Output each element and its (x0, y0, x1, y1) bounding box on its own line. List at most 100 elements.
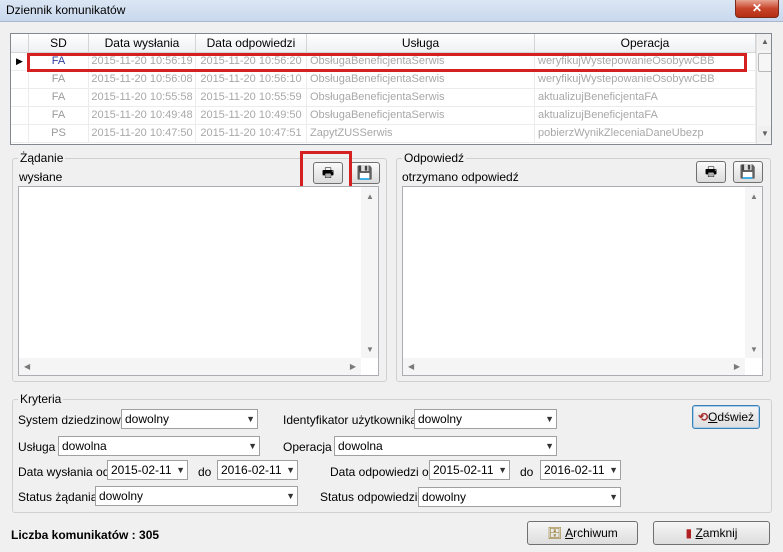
selected-row-highlight (27, 53, 747, 72)
cell-reply: 2015-11-20 10:55:59 (196, 89, 307, 107)
response-hscroll[interactable]: ◀ ▶ (403, 358, 745, 375)
close-window-button[interactable]: ✕ (735, 0, 779, 18)
scroll-right-icon[interactable]: ▶ (350, 362, 356, 371)
response-text-area[interactable]: ▲ ▼ ◀ ▶ (402, 186, 763, 376)
response-status: otrzymano odpowiedź (402, 170, 519, 184)
request-hscroll[interactable]: ◀ ▶ (19, 358, 361, 375)
chevron-down-icon: ▼ (609, 492, 618, 502)
cell-sd: FA (29, 107, 89, 125)
col-header-sd[interactable]: SD (29, 34, 89, 52)
grid-header: SD Data wysłania Data odpowiedzi Usługa … (11, 34, 756, 53)
cell-service: ZapytZUSSerwis (307, 125, 535, 143)
response-vscroll[interactable]: ▲ ▼ (745, 187, 762, 358)
cell-reply: 2015-11-20 10:56:10 (196, 71, 307, 89)
save-icon: 💾 (356, 165, 374, 180)
col-header-service[interactable]: Usługa (307, 34, 535, 52)
scroll-down-icon[interactable]: ▼ (366, 345, 374, 354)
operation-label: Operacja (283, 440, 332, 454)
cell-sent: 2015-11-20 10:47:50 (89, 125, 196, 143)
message-count: Liczba komunikatów : 305 (11, 528, 160, 542)
printer-icon: 🖶 (704, 164, 718, 179)
operation-select[interactable]: dowolna ▼ (334, 436, 557, 456)
response-status-label: Status odpowiedzi (320, 490, 418, 504)
grid-scrollbar[interactable]: ▲ ▼ (756, 34, 771, 144)
cell-sent: 2015-11-20 10:49:48 (89, 107, 196, 125)
request-text-area[interactable]: ▲ ▼ ◀ ▶ (18, 186, 379, 376)
user-select[interactable]: dowolny ▼ (414, 409, 557, 429)
scroll-up-icon[interactable]: ▲ (750, 192, 758, 201)
chevron-down-icon: ▼ (176, 465, 185, 475)
reply-to-label: do (520, 465, 534, 479)
refresh-icon: ⟲ (697, 410, 709, 424)
archive-button[interactable]: 🗄 Archiwum (527, 521, 638, 545)
chevron-down-icon: ▼ (248, 441, 257, 451)
system-select[interactable]: dowolny ▼ (121, 409, 258, 429)
request-status-select[interactable]: dowolny ▼ (95, 486, 298, 506)
scroll-up-icon[interactable]: ▲ (366, 192, 374, 201)
request-vscroll[interactable]: ▲ ▼ (361, 187, 378, 358)
response-group-label: Odpowiedź (402, 151, 467, 165)
sent-to-date[interactable]: 2016-02-11 ▼ (217, 460, 298, 480)
scroll-left-icon[interactable]: ◀ (408, 362, 414, 371)
table-row[interactable]: FA 2015-11-20 10:56:08 2015-11-20 10:56:… (11, 71, 756, 89)
table-row[interactable]: PS 2015-11-20 10:47:50 2015-11-20 10:47:… (11, 125, 756, 143)
save-request-button[interactable]: 💾 (350, 162, 380, 184)
cell-service: ObsługaBeneficjentaSerwis (307, 107, 535, 125)
scroll-right-icon[interactable]: ▶ (734, 362, 740, 371)
table-row[interactable]: FA 2015-11-20 10:55:58 2015-11-20 10:55:… (11, 89, 756, 107)
cell-reply: 2015-11-20 10:49:50 (196, 107, 307, 125)
scroll-down-icon[interactable]: ▼ (750, 345, 758, 354)
cell-sent: 2015-11-20 10:56:08 (89, 71, 196, 89)
service-select[interactable]: dowolna ▼ (58, 436, 260, 456)
scroll-down-icon[interactable]: ▼ (758, 126, 771, 142)
cell-operation: aktualizujBeneficjentaFA (535, 107, 756, 125)
messages-grid[interactable]: SD Data wysłania Data odpowiedzi Usługa … (10, 33, 772, 145)
response-status-select[interactable]: dowolny ▼ (418, 487, 621, 507)
chevron-down-icon: ▼ (545, 441, 554, 451)
cell-sd: FA (29, 89, 89, 107)
cell-service: ObsługaBeneficjentaSerwis (307, 71, 535, 89)
cell-sd: FA (29, 71, 89, 89)
col-header-reply[interactable]: Data odpowiedzi (196, 34, 307, 52)
close-button[interactable]: ▮ Zamknij (653, 521, 770, 545)
sent-from-date[interactable]: 2015-02-11 ▼ (107, 460, 188, 480)
chevron-down-icon: ▼ (545, 414, 554, 424)
request-status: wysłane (19, 170, 63, 184)
refresh-button[interactable]: ⟲Odśwież (692, 405, 760, 429)
service-label: Usługa (18, 440, 56, 454)
request-status-label: Status żądania (18, 490, 98, 504)
archive-icon: 🗄 (547, 526, 563, 540)
reply-to-date[interactable]: 2016-02-11 ▼ (540, 460, 621, 480)
close-icon: ✕ (751, 1, 763, 15)
chevron-down-icon: ▼ (246, 414, 255, 424)
save-icon: 💾 (739, 164, 757, 179)
chevron-down-icon: ▼ (286, 491, 295, 501)
reply-from-label: Data odpowiedzi od (330, 465, 436, 479)
col-header-operation[interactable]: Operacja (535, 34, 756, 52)
criteria-group-label: Kryteria (18, 392, 64, 406)
print-response-button[interactable]: 🖶 (696, 161, 726, 183)
reply-from-date[interactable]: 2015-02-11 ▼ (429, 460, 510, 480)
save-response-button[interactable]: 💾 (733, 161, 763, 183)
sent-from-label: Data wysłania od (18, 465, 110, 479)
system-label: System dziedzinowy (18, 413, 127, 427)
cell-reply: 2015-11-20 10:47:51 (196, 125, 307, 143)
scroll-left-icon[interactable]: ◀ (24, 362, 30, 371)
col-header-sent[interactable]: Data wysłania (89, 34, 196, 52)
table-row[interactable]: FA 2015-11-20 10:49:48 2015-11-20 10:49:… (11, 107, 756, 125)
cell-operation: aktualizujBeneficjentaFA (535, 89, 756, 107)
cell-operation: weryfikujWystepowanieOsobywCBB (535, 71, 756, 89)
scroll-up-icon[interactable]: ▲ (758, 34, 771, 50)
chevron-down-icon: ▼ (609, 465, 618, 475)
cell-sd: PS (29, 125, 89, 143)
chevron-down-icon: ▼ (498, 465, 507, 475)
exit-door-icon: ▮ (685, 526, 693, 540)
user-label: Identyfikator użytkownika (283, 413, 418, 427)
cell-sent: 2015-11-20 10:55:58 (89, 89, 196, 107)
sent-to-label: do (198, 465, 212, 479)
chevron-down-icon: ▼ (286, 465, 295, 475)
scroll-thumb[interactable] (758, 53, 771, 72)
request-group-label: Żądanie (18, 151, 66, 165)
cell-service: ObsługaBeneficjentaSerwis (307, 89, 535, 107)
cell-operation: pobierzWynikZleceniaDaneUbezp (535, 125, 756, 143)
